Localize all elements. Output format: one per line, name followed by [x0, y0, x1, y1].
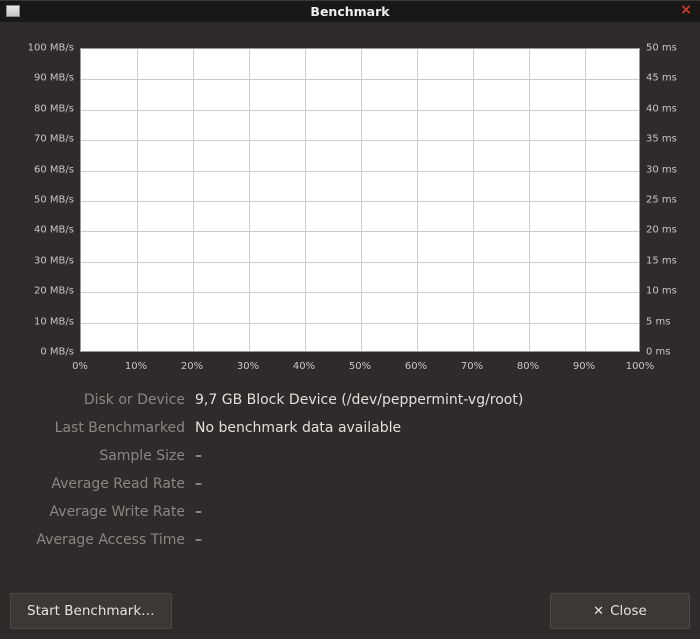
- info-label: Average Access Time: [10, 532, 185, 548]
- gridline-h: [81, 110, 639, 111]
- y-right-tick: 30 ms: [646, 164, 690, 175]
- y-left-tick: 60 MB/s: [10, 164, 74, 175]
- info-label: Average Read Rate: [10, 476, 185, 492]
- app-icon: [6, 5, 20, 17]
- gridline-v: [473, 49, 474, 351]
- y-left-tick: 30 MB/s: [10, 255, 74, 266]
- x-tick: 60%: [405, 361, 427, 372]
- gridline-h: [81, 323, 639, 324]
- y-left-tick: 20 MB/s: [10, 286, 74, 297]
- y-left-tick: 70 MB/s: [10, 134, 74, 145]
- content-area: 100 MB/s 50 ms 90 MB/s 45 ms 80 MB/s 40 ms 70 …: [0, 22, 700, 639]
- info-grid: Disk or Device 9,7 GB Block Device (/dev/…: [10, 392, 690, 548]
- y-right-tick: 15 ms: [646, 255, 690, 266]
- window-title: Benchmark: [0, 4, 700, 19]
- y-right-tick: 5 ms: [646, 316, 690, 327]
- info-value: –: [195, 532, 690, 548]
- gridline-v: [193, 49, 194, 351]
- gridline-v: [585, 49, 586, 351]
- y-left-tick: 100 MB/s: [10, 43, 74, 54]
- x-tick: 50%: [349, 361, 371, 372]
- x-tick: 10%: [125, 361, 147, 372]
- gridline-h: [81, 171, 639, 172]
- x-tick: 80%: [517, 361, 539, 372]
- gridline-v: [361, 49, 362, 351]
- button-row: Start Benchmark… ✕ Close: [10, 579, 690, 629]
- info-label: Disk or Device: [10, 392, 185, 408]
- gridline-h: [81, 292, 639, 293]
- x-tick: 100%: [626, 361, 655, 372]
- benchmark-window: Benchmark × 100 MB/s 50 ms 90 MB/s 45 ms 80 …: [0, 0, 700, 639]
- gridline-v: [529, 49, 530, 351]
- y-right-tick: 50 ms: [646, 43, 690, 54]
- y-right-tick: 45 ms: [646, 73, 690, 84]
- titlebar[interactable]: Benchmark ×: [0, 0, 700, 22]
- gridline-v: [249, 49, 250, 351]
- info-value: 9,7 GB Block Device (/dev/peppermint-vg/…: [195, 392, 690, 408]
- info-label: Sample Size: [10, 448, 185, 464]
- x-tick: 0%: [72, 361, 88, 372]
- gridline-h: [81, 79, 639, 80]
- x-tick: 90%: [573, 361, 595, 372]
- info-label: Average Write Rate: [10, 504, 185, 520]
- y-right-tick: 20 ms: [646, 225, 690, 236]
- y-left-tick: 80 MB/s: [10, 103, 74, 114]
- y-left-tick: 40 MB/s: [10, 225, 74, 236]
- x-tick: 70%: [461, 361, 483, 372]
- x-tick: 20%: [181, 361, 203, 372]
- gridline-h: [81, 231, 639, 232]
- y-left-tick: 90 MB/s: [10, 73, 74, 84]
- benchmark-chart: 100 MB/s 50 ms 90 MB/s 45 ms 80 MB/s 40 ms 70 …: [10, 32, 690, 372]
- y-right-tick: 10 ms: [646, 286, 690, 297]
- y-right-tick: 25 ms: [646, 195, 690, 206]
- gridline-h: [81, 262, 639, 263]
- y-left-tick: 0 MB/s: [10, 347, 74, 358]
- y-right-tick: 40 ms: [646, 103, 690, 114]
- info-value: –: [195, 476, 690, 492]
- info-value: –: [195, 448, 690, 464]
- gridline-v: [417, 49, 418, 351]
- info-label: Last Benchmarked: [10, 420, 185, 436]
- close-button-label: Close: [610, 603, 647, 619]
- gridline-v: [305, 49, 306, 351]
- gridline-h: [81, 140, 639, 141]
- x-tick: 30%: [237, 361, 259, 372]
- y-left-tick: 10 MB/s: [10, 316, 74, 327]
- y-right-tick: 0 ms: [646, 347, 690, 358]
- x-tick: 40%: [293, 361, 315, 372]
- close-x-icon: ✕: [593, 605, 604, 618]
- info-value: No benchmark data available: [195, 420, 690, 436]
- y-right-tick: 35 ms: [646, 134, 690, 145]
- start-benchmark-button[interactable]: Start Benchmark…: [10, 593, 172, 629]
- gridline-h: [81, 201, 639, 202]
- close-icon[interactable]: ×: [678, 2, 694, 18]
- start-benchmark-label: Start Benchmark…: [27, 603, 155, 619]
- gridline-v: [137, 49, 138, 351]
- info-value: –: [195, 504, 690, 520]
- y-left-tick: 50 MB/s: [10, 195, 74, 206]
- chart-plot-area: [80, 48, 640, 352]
- close-button[interactable]: ✕ Close: [550, 593, 690, 629]
